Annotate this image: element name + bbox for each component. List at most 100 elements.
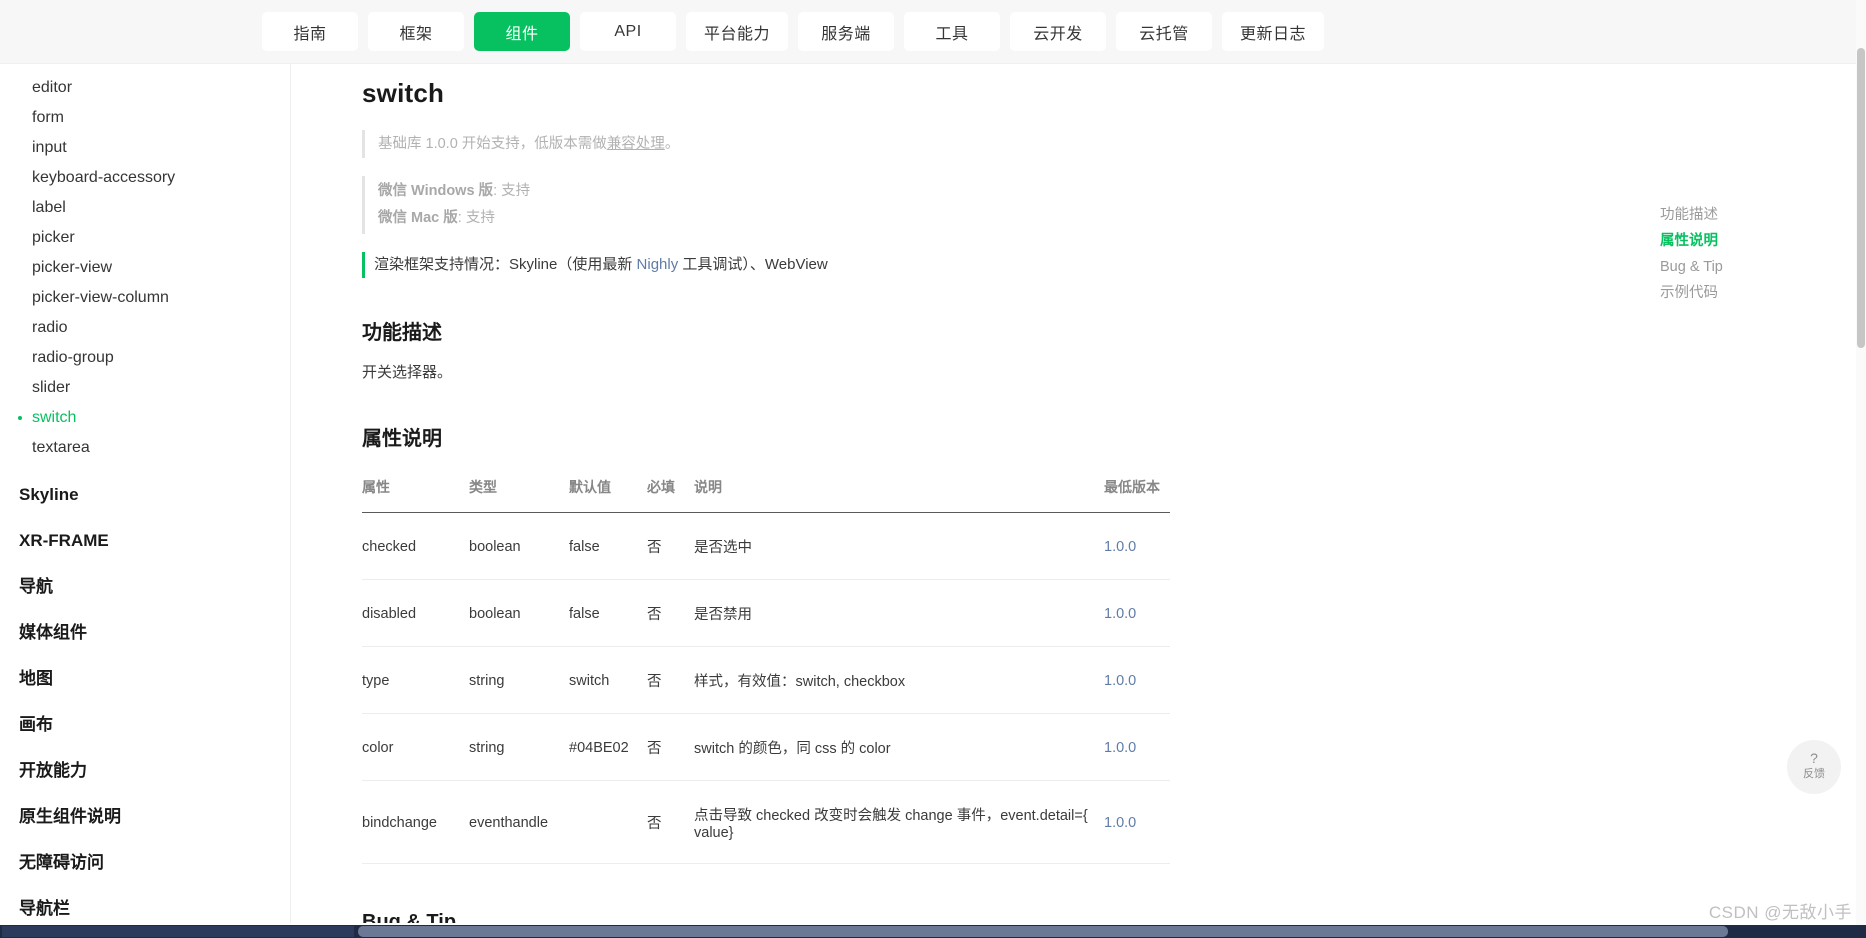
cell-description: 是否禁用 <box>694 579 1104 647</box>
sidebar-item-picker-view[interactable]: picker-view <box>0 253 290 283</box>
sidebar-group-yuanshengzujianshuoming[interactable]: 原生组件说明 <box>0 794 290 840</box>
sidebar-item-picker[interactable]: picker <box>0 223 290 253</box>
feature-description-text: 开关选择器。 <box>362 364 453 381</box>
render-framework-suffix: 工具调试）、WebView <box>678 256 828 273</box>
cell-required: 否 <box>647 780 694 864</box>
cell-attr: color <box>362 713 469 781</box>
cell-default: false <box>569 579 647 647</box>
nav-tab-zujian[interactable]: 组件 <box>474 12 570 51</box>
platform-support-mac-value: 支持 <box>465 210 495 226</box>
toc-item-attributes[interactable]: 属性说明 <box>1660 228 1800 254</box>
sidebar-item-input[interactable]: input <box>0 133 290 163</box>
cell-default: switch <box>569 646 647 714</box>
sidebar-group-xr-frame[interactable]: XR-FRAME <box>0 518 290 564</box>
page-title: switch <box>362 78 445 108</box>
column-header-version: 最低版本 <box>1104 477 1170 513</box>
sidebar-item-radio[interactable]: radio <box>0 313 290 343</box>
sidebar-group-meitizujian[interactable]: 媒体组件 <box>0 610 290 656</box>
page-vertical-scrollbar-thumb[interactable] <box>1857 48 1865 348</box>
nav-tab-yunkaifa[interactable]: 云开发 <box>1010 12 1107 51</box>
cell-description: switch 的颜色，同 css 的 color <box>694 713 1104 781</box>
base-library-notice-suffix: 。 <box>664 136 680 152</box>
nav-tab-label: 组件 <box>505 25 539 43</box>
cell-type: string <box>469 713 569 781</box>
toc-item-bugtip[interactable]: Bug & Tip <box>1660 254 1800 280</box>
sidebar-group-label: 原生组件说明 <box>19 807 121 826</box>
nav-tab-label: 平台能力 <box>704 25 771 43</box>
sidebar-group-label: Skyline <box>19 485 79 504</box>
platform-support-windows-value: 支持 <box>501 183 531 199</box>
sidebar-group-kaifangnengli[interactable]: 开放能力 <box>0 748 290 794</box>
sidebar-group-label: 导航栏 <box>19 899 70 918</box>
table-row: color string #04BE02 否 switch 的颜色，同 css … <box>362 713 1170 781</box>
cell-type: eventhandle <box>469 780 569 864</box>
nav-tab-label: API <box>614 22 642 40</box>
page-horizontal-scrollbar-left-region <box>2 926 354 937</box>
cell-attr: bindchange <box>362 780 469 864</box>
cell-version: 1.0.0 <box>1104 646 1170 714</box>
nav-tab-zhinan[interactable]: 指南 <box>262 12 358 51</box>
column-header-default: 默认值 <box>569 477 647 513</box>
page-horizontal-scrollbar-thumb[interactable] <box>358 926 1728 937</box>
nav-tab-kuangjia[interactable]: 框架 <box>368 12 464 51</box>
cell-attr: checked <box>362 512 469 580</box>
cell-default <box>569 780 647 864</box>
toc-item-label: 示例代码 <box>1660 285 1718 301</box>
feedback-button[interactable]: ? 反馈 <box>1787 740 1841 794</box>
sidebar-item-label: picker <box>32 229 75 246</box>
sidebar-item-picker-view-column[interactable]: picker-view-column <box>0 283 290 313</box>
sidebar-item-label[interactable]: label <box>0 193 290 223</box>
sidebar-item-textarea[interactable]: textarea <box>0 433 290 463</box>
sidebar-group-wuzhangaifangwen[interactable]: 无障碍访问 <box>0 840 290 886</box>
nav-tab-fuwuduan[interactable]: 服务端 <box>798 12 895 51</box>
nav-tab-label: 工具 <box>935 25 969 43</box>
column-header-description: 说明 <box>694 477 1104 513</box>
cell-description: 样式，有效值：switch, checkbox <box>694 646 1104 714</box>
sidebar-group-label: XR-FRAME <box>19 531 109 550</box>
nav-tab-api[interactable]: API <box>580 12 676 51</box>
cell-default: false <box>569 512 647 580</box>
sidebar-item-editor[interactable]: editor <box>0 73 290 103</box>
sidebar-item-form[interactable]: form <box>0 103 290 133</box>
sidebar-group-daohang[interactable]: 导航 <box>0 564 290 610</box>
feedback-button-label: 反馈 <box>1803 768 1825 780</box>
cell-default: #04BE02 <box>569 713 647 781</box>
sidebar-group-huabu[interactable]: 画布 <box>0 702 290 748</box>
sidebar-group-label: 无障碍访问 <box>19 853 104 872</box>
sidebar-group-skyline[interactable]: Skyline <box>0 472 290 518</box>
sidebar-item-slider[interactable]: slider <box>0 373 290 403</box>
toc-item-sample-code[interactable]: 示例代码 <box>1660 280 1800 306</box>
nav-tab-yuntuoguan[interactable]: 云托管 <box>1116 12 1213 51</box>
sidebar-group-daohanglan[interactable]: 导航栏 <box>0 886 290 923</box>
sidebar-item-label: picker-view <box>32 259 113 276</box>
nav-tab-gengxinrizhi[interactable]: 更新日志 <box>1222 12 1325 51</box>
platform-support-mac: 微信 Mac 版: 支持 <box>378 205 1302 232</box>
sidebar-item-keyboard-accessory[interactable]: keyboard-accessory <box>0 163 290 193</box>
watermark-text: CSDN @无敌小手 <box>1708 903 1852 922</box>
base-library-notice: 基础库 1.0.0 开始支持，低版本需做兼容处理。 <box>362 130 1302 158</box>
compatibility-link[interactable]: 兼容处理 <box>607 136 665 152</box>
platform-support-windows-label: 微信 Windows 版 <box>378 183 494 199</box>
nav-tab-pingtainengli[interactable]: 平台能力 <box>686 12 789 51</box>
nightly-link[interactable]: Nighly <box>637 256 679 273</box>
sidebar-group-label: 地图 <box>19 669 53 688</box>
column-header-attr: 属性 <box>362 477 469 513</box>
cell-type: string <box>469 646 569 714</box>
toc-item-label: 功能描述 <box>1660 207 1718 223</box>
cell-required: 否 <box>647 646 694 714</box>
sidebar-item-label: input <box>32 139 67 156</box>
column-header-type: 类型 <box>469 477 569 513</box>
table-of-contents: 功能描述 属性说明 Bug & Tip 示例代码 <box>1660 202 1800 306</box>
sidebar-item-switch[interactable]: switch <box>0 403 290 433</box>
sidebar-item-label: radio <box>32 319 68 336</box>
page-horizontal-scrollbar-track[interactable] <box>0 925 1866 938</box>
sidebar-item-label: textarea <box>32 439 90 456</box>
section-heading-feature: 功能描述 <box>362 322 442 344</box>
sidebar-group-ditu[interactable]: 地图 <box>0 656 290 702</box>
toc-item-feature[interactable]: 功能描述 <box>1660 202 1800 228</box>
platform-support-windows: 微信 Windows 版: 支持 <box>378 178 1302 205</box>
base-library-notice-prefix: 基础库 1.0.0 开始支持，低版本需做 <box>378 136 607 152</box>
sidebar-item-radio-group[interactable]: radio-group <box>0 343 290 373</box>
nav-tab-gongju[interactable]: 工具 <box>904 12 1001 51</box>
sidebar-navigation[interactable]: editor form input keyboard-accessory lab… <box>0 64 291 923</box>
